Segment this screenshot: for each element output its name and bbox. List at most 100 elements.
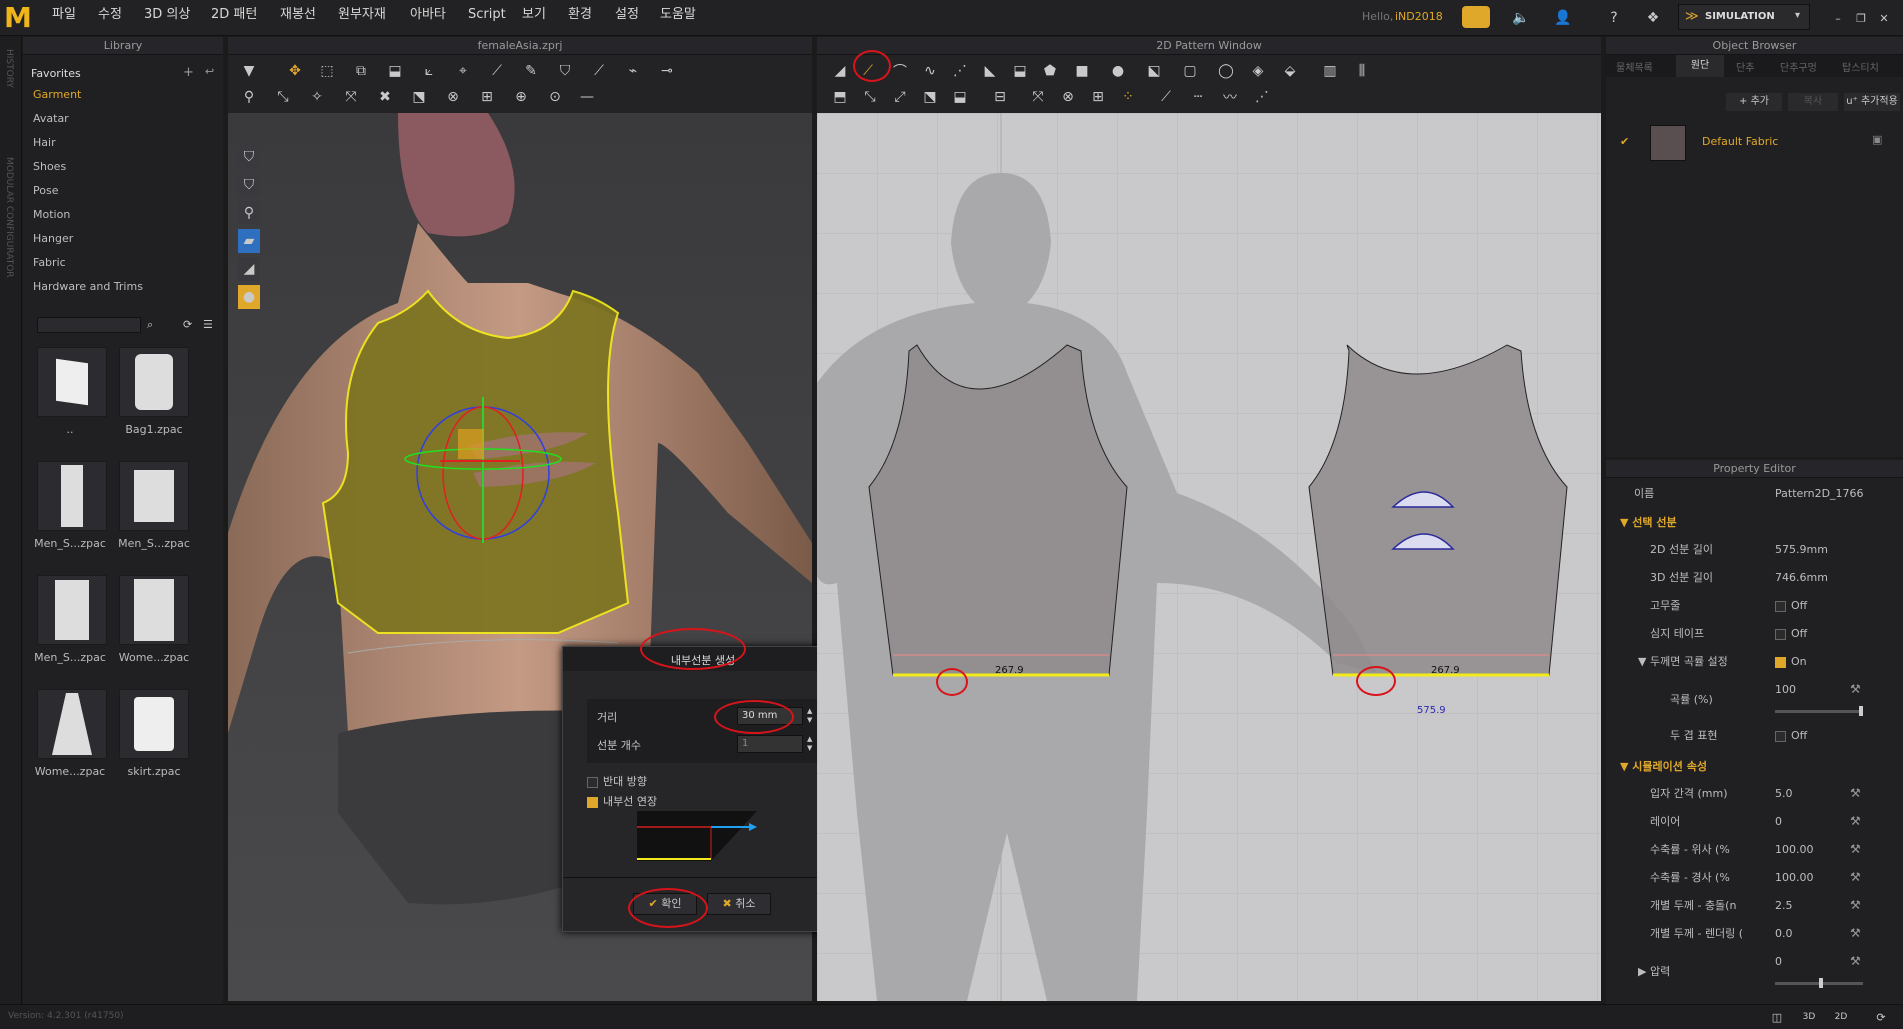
seam-icon[interactable]: ⟀ bbox=[416, 59, 442, 83]
menu-environment[interactable]: 환경 bbox=[568, 0, 592, 30]
simulation-dropdown[interactable]: ≫ SIMULATION ▾ bbox=[1678, 4, 1810, 30]
warp-wrench-icon[interactable]: ⚒ bbox=[1850, 870, 1861, 884]
section-selected-line[interactable]: ▼ 선택 선분 bbox=[1620, 514, 1677, 530]
ruler-icon[interactable]: ⊟ bbox=[987, 85, 1013, 109]
library-item-motion[interactable]: Motion bbox=[23, 203, 213, 227]
edit-sew-icon[interactable]: ⬔ bbox=[917, 85, 943, 109]
fold-icon[interactable]: ⬓ bbox=[382, 59, 408, 83]
reverse-checkbox[interactable] bbox=[587, 776, 598, 788]
library-search-input[interactable] bbox=[37, 317, 141, 333]
shirt-view-icon[interactable]: ⛉ bbox=[238, 173, 260, 197]
reverse-direction-option[interactable]: 반대 방향 bbox=[587, 773, 647, 789]
cloud-icon[interactable] bbox=[1462, 6, 1490, 28]
count-input[interactable]: 1 bbox=[737, 735, 803, 753]
prop-3d-length-value[interactable]: 746.6mm bbox=[1775, 568, 1828, 588]
view-2d-icon[interactable]: 2D bbox=[1828, 1005, 1854, 1029]
dash-line-icon[interactable]: ┄ bbox=[1185, 85, 1211, 109]
sync-icon[interactable]: ⟳ bbox=[1868, 1005, 1894, 1029]
prop-shrink-warp-value[interactable]: 100.00 bbox=[1775, 868, 1814, 888]
render-wrench-icon[interactable]: ⚒ bbox=[1850, 926, 1861, 940]
tab-buttonhole[interactable]: 단추구멍 bbox=[1780, 59, 1817, 74]
menu-script[interactable]: Script bbox=[468, 0, 506, 30]
pressure-slider[interactable] bbox=[1775, 978, 1863, 988]
tab-fabric[interactable]: 원단 bbox=[1676, 55, 1724, 77]
line-tool-icon[interactable]: ⟋ bbox=[586, 59, 612, 83]
prop-curvature-value[interactable]: 100 bbox=[1775, 680, 1796, 700]
library-item-garment[interactable]: Garment bbox=[23, 83, 213, 107]
modular-configurator-tab[interactable]: MODULAR CONFIGURATOR bbox=[4, 157, 14, 278]
back-arrow-icon[interactable]: ↩ bbox=[205, 65, 214, 78]
bug-icon[interactable]: ❖ bbox=[1640, 6, 1666, 30]
fabric-name[interactable]: Default Fabric bbox=[1702, 135, 1778, 148]
circle-icon[interactable]: ● bbox=[1105, 59, 1131, 83]
user-icon[interactable]: 👤 bbox=[1550, 6, 1576, 30]
count-spinner-icon[interactable]: ▲ ▼ bbox=[807, 735, 812, 753]
polygon-icon[interactable]: ◣ bbox=[977, 59, 1003, 83]
thumb-skirt[interactable] bbox=[119, 689, 189, 759]
menu-view[interactable]: 보기 bbox=[522, 0, 546, 30]
tape-icon[interactable]: ⊗ bbox=[440, 85, 466, 109]
internal-circle-icon[interactable]: ◯ bbox=[1213, 59, 1239, 83]
avatar-view-icon[interactable]: ⚲ bbox=[238, 201, 260, 225]
free-sew-icon[interactable]: ⤢ bbox=[887, 85, 913, 109]
stitch-icon[interactable]: ⤧ bbox=[338, 85, 364, 109]
particle-wrench-icon[interactable]: ⚒ bbox=[1850, 786, 1861, 800]
prop-curvature-setting-value[interactable]: On bbox=[1775, 652, 1807, 672]
double-checkbox[interactable] bbox=[1775, 730, 1786, 742]
tab-topstitch[interactable]: 탑스티치 bbox=[1842, 59, 1879, 74]
menu-edit[interactable]: 수정 bbox=[98, 0, 122, 30]
trim-icon[interactable]: ⌁ bbox=[620, 59, 646, 83]
refresh-icon[interactable]: ⟳ bbox=[183, 318, 192, 331]
segment-icon[interactable]: ⋰ bbox=[947, 59, 973, 83]
grid-tool-icon[interactable]: ⊞ bbox=[474, 85, 500, 109]
fabric-grain-icon[interactable]: ⁘ bbox=[1115, 85, 1141, 109]
gather-icon[interactable]: ⫼ bbox=[1349, 59, 1375, 83]
move-tool-icon[interactable]: ✥ bbox=[282, 59, 308, 83]
avatar-pose-icon[interactable]: ⚲ bbox=[236, 85, 262, 109]
select-edit-icon[interactable]: ◢ bbox=[827, 59, 853, 83]
distance-spinner-icon[interactable]: ▲ ▼ bbox=[807, 707, 812, 725]
zipper-icon[interactable]: — bbox=[574, 85, 600, 109]
prop-pressure-label[interactable]: ▶ 압력 bbox=[1638, 962, 1670, 982]
curvature-checkbox[interactable] bbox=[1775, 656, 1786, 668]
pressure-wrench-icon[interactable]: ⚒ bbox=[1850, 954, 1861, 968]
rectangle-icon[interactable]: ■ bbox=[1069, 59, 1095, 83]
pattern-canvas[interactable]: 267.9 267.9 575.9 bbox=[814, 113, 1601, 1001]
view-3d-icon[interactable]: 3D bbox=[1796, 1005, 1822, 1029]
menu-help[interactable]: 도움말 bbox=[660, 0, 696, 30]
pattern-icon[interactable]: ⬟ bbox=[1037, 59, 1063, 83]
gizmo-plane[interactable] bbox=[458, 429, 484, 459]
pin-point-icon[interactable]: ✧ bbox=[304, 85, 330, 109]
close-icon[interactable]: ✕ bbox=[1871, 6, 1897, 30]
segment-sew-icon[interactable]: ⤡ bbox=[857, 85, 883, 109]
fold-arrange-icon[interactable]: ⬓ bbox=[1007, 59, 1033, 83]
cross-icon[interactable]: ✖ bbox=[372, 85, 398, 109]
brush-icon[interactable]: ✎ bbox=[518, 59, 544, 83]
library-item-fabric[interactable]: Fabric bbox=[23, 251, 213, 275]
prop-thickness-collision-value[interactable]: 2.5 bbox=[1775, 896, 1793, 916]
diamond-icon[interactable]: ◈ bbox=[1245, 59, 1271, 83]
apply-fabric-button[interactable]: u⁺ 추가적용 bbox=[1844, 93, 1900, 111]
fold-seam-icon[interactable]: ⬔ bbox=[406, 85, 432, 109]
straight-line-icon[interactable]: ⟋ bbox=[1153, 85, 1179, 109]
thumb-women-1[interactable] bbox=[119, 575, 189, 645]
garment-view-icon[interactable]: ⛉ bbox=[238, 145, 260, 169]
texture-view-icon[interactable]: ▰ bbox=[238, 229, 260, 253]
thumb-men-suit-3[interactable] bbox=[37, 575, 107, 645]
prop-particle-value[interactable]: 5.0 bbox=[1775, 784, 1793, 804]
section-simulation[interactable]: ▼ 시뮬레이션 속성 bbox=[1620, 758, 1707, 774]
select-tool-icon[interactable]: ▼ bbox=[236, 59, 262, 83]
button-tool-icon[interactable]: ⊙ bbox=[542, 85, 568, 109]
cancel-button[interactable]: ✖ 취소 bbox=[707, 893, 771, 915]
box-select-icon[interactable]: ⬚ bbox=[314, 59, 340, 83]
tab-object-list[interactable]: 물체목록 bbox=[1616, 59, 1653, 74]
speaker-icon[interactable]: 🔈 bbox=[1508, 6, 1534, 30]
shirt-tool-icon[interactable]: ⛉ bbox=[552, 59, 578, 83]
history-tab[interactable]: HISTORY bbox=[4, 49, 14, 88]
add-favorite-icon[interactable]: + bbox=[183, 65, 194, 80]
list-view-icon[interactable]: ☰ bbox=[203, 318, 213, 331]
knot-icon[interactable]: ⊕ bbox=[508, 85, 534, 109]
library-item-pose[interactable]: Pose bbox=[23, 179, 213, 203]
curvature-wrench-icon[interactable]: ⚒ bbox=[1850, 682, 1861, 696]
library-item-hardware[interactable]: Hardware and Trims bbox=[23, 275, 213, 299]
